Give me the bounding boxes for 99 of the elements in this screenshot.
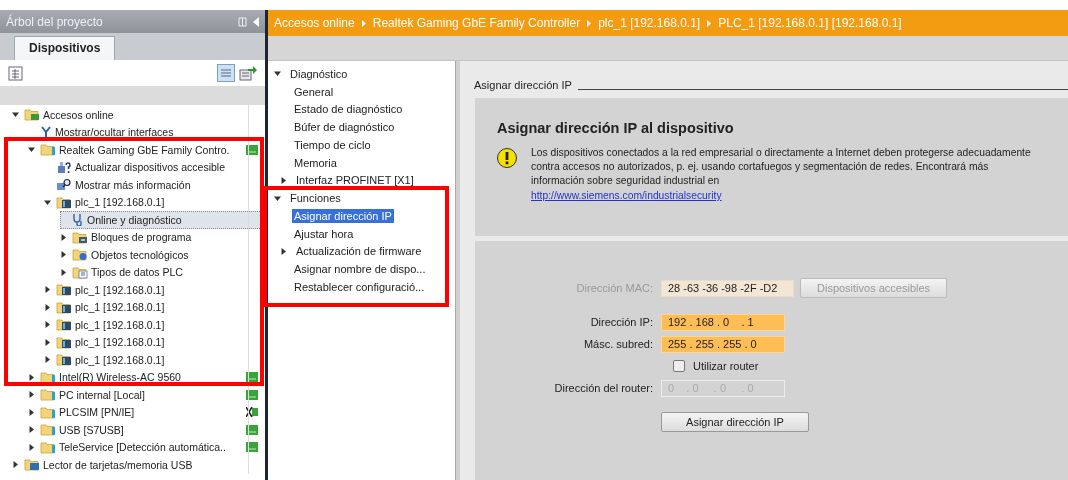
plc-folder-icon	[56, 300, 72, 314]
collapsed-triangle-icon[interactable]	[28, 426, 35, 434]
adapter-folder-icon	[40, 370, 56, 384]
adapter-folder-icon	[40, 423, 56, 437]
tree-item[interactable]: plc_1 [192.168.0.1]	[44, 333, 262, 351]
adapter-folder-icon	[40, 143, 56, 157]
assign-ip-button[interactable]: Asignar dirección IP	[661, 412, 809, 432]
device-search-icon	[56, 178, 72, 192]
tree-item[interactable]: Realtek Gaming GbE Family Contro.	[28, 141, 262, 159]
security-link[interactable]: http://www.siemens.com/industrialsecurity	[531, 190, 1036, 201]
adapter-folder-icon	[40, 440, 56, 454]
card-reader-folder-icon	[24, 458, 40, 472]
collapsed-triangle-icon[interactable]	[60, 251, 67, 259]
plc-folder-icon	[56, 318, 72, 332]
interface-plug-icon	[40, 125, 52, 139]
collapsed-triangle-icon[interactable]	[28, 373, 35, 381]
tree-item[interactable]: plc_1 [192.168.0.1]	[44, 316, 262, 334]
expanded-triangle-icon[interactable]	[274, 194, 281, 202]
nav-item[interactable]: Búfer de diagnóstico	[292, 120, 397, 135]
plc-folder-icon	[56, 335, 72, 349]
tree-item[interactable]: plc_1 [192.168.0.1]	[44, 298, 262, 316]
network-view-icon[interactable]	[8, 65, 23, 81]
collapsed-triangle-icon[interactable]	[28, 443, 35, 451]
tree-item[interactable]: Actualizar dispositivos accesible	[44, 158, 262, 176]
tree-item[interactable]: plc_1 [192.168.0.1]	[44, 193, 262, 211]
panel-heading: Asignar dirección IP al dispositivo	[497, 120, 735, 136]
network-folder-icon	[24, 108, 40, 122]
blocks-folder-icon	[72, 230, 88, 244]
tree-item[interactable]: Tipos de datos PLC	[60, 263, 262, 281]
collapsed-triangle-icon[interactable]	[280, 247, 287, 255]
address-field: 28 -63 -36 -98 -2F -D2	[661, 279, 794, 297]
tree-item[interactable]: PC internal [Local]	[28, 386, 262, 404]
collapsed-triangle-icon[interactable]	[44, 321, 51, 329]
nav-item[interactable]: Ajustar hora	[292, 226, 356, 241]
plc-folder-icon	[56, 353, 72, 367]
checkbox[interactable]	[673, 360, 685, 372]
tree-item[interactable]: Online y diagnóstico	[60, 211, 262, 229]
expanded-triangle-icon[interactable]	[28, 146, 35, 154]
tech-folder-icon	[72, 248, 88, 262]
collapsed-triangle-icon[interactable]	[44, 356, 51, 364]
nav-group[interactable]: Funciones	[288, 191, 343, 206]
collapsed-triangle-icon[interactable]	[60, 233, 67, 241]
tree-item[interactable]: Bloques de programa	[60, 228, 262, 246]
nav-item[interactable]: Estado de diagnóstico	[292, 102, 405, 117]
expanded-triangle-icon[interactable]	[44, 198, 51, 206]
tree-item[interactable]: plc_1 [192.168.0.1]	[44, 351, 262, 369]
nav-group[interactable]: Diagnóstico	[288, 66, 350, 81]
plc-folder-icon	[56, 283, 72, 297]
adapter-folder-icon	[40, 405, 56, 419]
tree-item[interactable]: Mostrar más información	[44, 176, 262, 194]
nav-item[interactable]: Actualización de firmware	[294, 244, 424, 259]
export-icon[interactable]	[239, 65, 257, 81]
tab[interactable]: Dispositivos	[14, 36, 116, 60]
tree-item[interactable]: PLCSIM [PN/IE]	[28, 403, 262, 421]
tree-item[interactable]: Objetos tecnológicos	[60, 246, 262, 264]
plc-folder-icon	[56, 195, 72, 209]
tree-item[interactable]: Lector de tarjetas/memoria USB	[12, 456, 262, 474]
tree-item[interactable]: USB [S7USB]	[28, 421, 262, 439]
collapse-arrow-icon[interactable]	[253, 16, 259, 27]
collapsed-triangle-icon[interactable]	[280, 176, 287, 184]
collapsed-triangle-icon[interactable]	[12, 461, 19, 469]
nav-item[interactable]: Tiempo de ciclo	[292, 137, 373, 152]
collapsed-triangle-icon[interactable]	[28, 408, 35, 416]
breadcrumb-separator-icon	[587, 19, 592, 27]
expanded-triangle-icon[interactable]	[274, 70, 281, 78]
breadcrumb-separator-icon	[361, 19, 366, 27]
types-folder-icon	[72, 265, 88, 279]
nav-item[interactable]: Memoria	[292, 155, 339, 170]
warning-icon	[497, 148, 517, 168]
section-title: Asignar dirección IP	[474, 79, 572, 91]
tree-item[interactable]: Accesos online	[12, 106, 262, 124]
collapsed-triangle-icon[interactable]	[44, 338, 51, 346]
nav-item[interactable]: Asignar dirección IP	[292, 208, 394, 223]
nav-item[interactable]: Asignar nombre de dispo...	[292, 262, 428, 277]
address-field[interactable]: 255 . 255 . 255 . 0	[661, 335, 785, 353]
collapsed-triangle-icon[interactable]	[44, 303, 51, 311]
tree-item[interactable]: Intel(R) Wireless-AC 9560	[28, 368, 262, 386]
field-label: Dirección MAC:	[575, 282, 653, 294]
adapter-folder-icon	[40, 388, 56, 402]
nav-item[interactable]: General	[292, 84, 336, 99]
breadcrumb-separator-icon	[707, 19, 712, 27]
warning-text: Los dispositivos conectados a la red empresarial o directamente a Internet deben protegerse adecuadamente contra accesos no autorizados, p. ej. usando cortafuegos y segmentación de redes. Encontrará más información sobre seguridad industrial en	[531, 146, 1032, 188]
device-question-icon	[56, 160, 72, 174]
tree-item[interactable]: Mostrar/ocultar interfaces	[28, 123, 262, 141]
nav-item[interactable]: Interfaz PROFINET [X1]	[294, 173, 416, 188]
tree-item[interactable]: TeleService [Detección automática..	[28, 438, 262, 456]
collapsed-triangle-icon[interactable]	[28, 391, 35, 399]
collapsed-triangle-icon[interactable]	[44, 286, 51, 294]
tree-item[interactable]: plc_1 [192.168.0.1]	[44, 281, 262, 299]
field-label: Dirección IP:	[589, 316, 653, 328]
field-label: Másc. subred:	[582, 338, 653, 350]
nav-item[interactable]: Restablecer configuració...	[292, 279, 427, 294]
panel-title: Árbol del proyecto	[6, 14, 104, 29]
field-label: Dirección del router:	[553, 382, 653, 394]
checkbox-label: Utilizar router	[693, 360, 759, 372]
expanded-triangle-icon[interactable]	[12, 111, 19, 119]
stethoscope-icon	[72, 213, 84, 227]
address-field[interactable]: 192 . 168 . 0 . 1	[661, 313, 785, 331]
collapsed-triangle-icon[interactable]	[60, 268, 67, 276]
